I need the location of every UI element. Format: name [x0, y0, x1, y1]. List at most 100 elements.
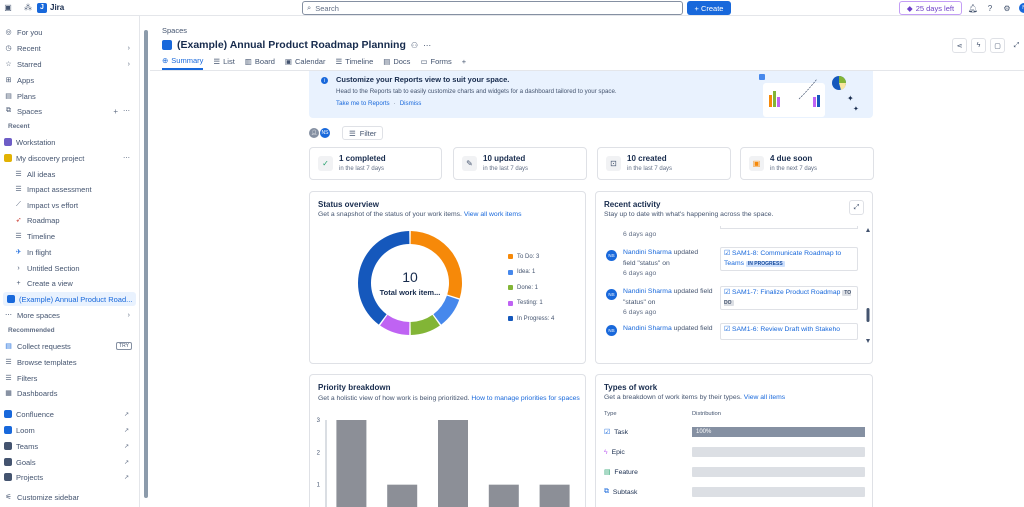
donut-slice-testing[interactable] [380, 314, 410, 335]
type-bar-subtask[interactable] [692, 487, 865, 497]
priority-bar-high[interactable] [387, 484, 418, 507]
activity-user-link[interactable]: Nandini Sharma [623, 249, 672, 256]
add-tab-button[interactable]: + [462, 56, 466, 70]
priority-bar-chart[interactable]: 3210⩓Highest⌃High=Medium⌄Low⩔Lowest [310, 415, 586, 507]
donut-slice-done[interactable] [410, 314, 440, 335]
sidebar-item-impact-vs-effort[interactable]: ⟋ Impact vs effort [0, 198, 138, 212]
sidebar-scrollbar[interactable] [144, 30, 148, 498]
sidebar-item-roadmap[interactable]: ➶ Roadmap [0, 213, 138, 227]
trial-badge[interactable]: ◆ 25 days left [899, 1, 962, 15]
sidebar-item-for-you[interactable]: ◎ For you [0, 25, 138, 39]
sidebar-toggle-icon[interactable]: ▣ [3, 3, 13, 13]
sidebar-item-dashboards[interactable]: ▦ Dashboards [0, 386, 138, 400]
notifications-icon[interactable]: 🔔︎ [968, 3, 978, 13]
tab-list[interactable]: ☰ List [213, 56, 234, 70]
user-avatar-ns[interactable]: NS [320, 128, 330, 138]
dismiss-link[interactable]: Dismiss [400, 100, 422, 107]
team-icon[interactable]: ⚇ [411, 41, 418, 50]
tab-label: Summary [171, 56, 204, 65]
sidebar-item-goals[interactable]: Goals ↗ [0, 455, 138, 469]
sidebar-item-browse-templates[interactable]: ☰ Browse templates [0, 355, 138, 369]
tab-board[interactable]: ▥ Board [245, 56, 275, 70]
sidebar-item-teams[interactable]: Teams ↗ [0, 439, 138, 453]
sidebar-item-workstation[interactable]: Workstation [0, 135, 138, 149]
legend-item[interactable]: In Progress: 4 [508, 311, 554, 327]
sidebar-item-all-ideas[interactable]: ☰ All ideas [0, 167, 138, 181]
view-all-items-link[interactable]: View all items [744, 394, 785, 401]
donut-slice-idea[interactable] [433, 295, 460, 325]
sidebar-item-example-project[interactable]: (Example) Annual Product Road... [3, 292, 136, 306]
stat-due-soon[interactable]: ▣ 4 due soon in the next 7 days [740, 147, 874, 180]
tab-docs[interactable]: ▤ Docs [383, 56, 410, 70]
jira-logo[interactable]: J Jira [37, 2, 64, 13]
user-avatar[interactable]: N [1019, 3, 1024, 13]
type-bar-epic[interactable] [692, 447, 865, 457]
take-me-to-reports-link[interactable]: Take me to Reports [336, 100, 390, 107]
legend-item[interactable]: To Do: 3 [508, 249, 554, 265]
sidebar-item-apps[interactable]: ⊞ Apps [0, 73, 138, 87]
tab-summary[interactable]: ⊕ Summary [162, 56, 204, 70]
sidebar-item-loom[interactable]: Loom ↗ [0, 423, 138, 437]
more-icon[interactable]: ⋯ [123, 154, 130, 162]
rocket-icon: ➶ [15, 217, 22, 224]
more-icon[interactable]: ⋯ [123, 107, 130, 115]
sidebar-item-untitled-section[interactable]: › Untitled Section [0, 261, 138, 275]
sidebar-item-projects[interactable]: Projects ↗ [0, 470, 138, 484]
expand-icon[interactable]: ⤢ [1009, 38, 1024, 53]
stat-completed[interactable]: ✓ 1 completed in the last 7 days [309, 147, 442, 180]
app-switcher-icon[interactable]: ⁂ [23, 3, 33, 13]
activity-issue-link[interactable]: ☑ SAM1-7: Finalize Product Roadmap TO DO [720, 286, 858, 310]
sidebar-item-customize[interactable]: ⚟ Customize sidebar [0, 490, 138, 504]
more-icon[interactable]: ⋯ [423, 41, 431, 50]
activity-feed[interactable]: 6 days ago NS Nandini Sharma updated fiel… [604, 226, 859, 343]
sidebar-item-collect-requests[interactable]: ▤ Collect requests TRY [0, 339, 138, 353]
priority-bar-medium[interactable] [438, 420, 468, 507]
view-all-work-items-link[interactable]: View all work items [464, 211, 522, 218]
priority-bar-low[interactable] [488, 484, 519, 507]
status-overview-title: Status overview [318, 200, 379, 209]
automation-icon[interactable]: ϟ [971, 38, 986, 53]
type-bar-task[interactable]: 100% [692, 427, 865, 437]
tab-calendar[interactable]: ▣ Calendar [285, 56, 326, 70]
legend-item[interactable]: Done: 1 [508, 280, 554, 296]
sidebar-item-discovery-project[interactable]: My discovery project ⋯ [0, 151, 138, 165]
share-icon[interactable]: ⋖ [952, 38, 967, 53]
activity-user-link[interactable]: Nandini Sharma [623, 325, 672, 332]
legend-item[interactable]: Idea: 1 [508, 265, 554, 281]
priority-bar-lowest[interactable] [539, 484, 570, 507]
activity-action: "status" on [623, 299, 656, 306]
type-bar-feature[interactable] [692, 467, 865, 477]
stat-updated[interactable]: ✎ 10 updated in the last 7 days [453, 147, 587, 180]
create-button[interactable]: + Create [687, 1, 731, 15]
add-space-icon[interactable]: + [113, 107, 118, 116]
sidebar-item-plans[interactable]: ▤ Plans [0, 89, 138, 103]
stat-created[interactable]: ⊡ 10 created in the last 7 days [597, 147, 731, 180]
priority-bar-highest[interactable] [336, 420, 367, 507]
unassigned-avatar[interactable]: 👤︎ [309, 128, 319, 138]
breadcrumb[interactable]: Spaces [162, 26, 187, 35]
help-icon[interactable]: ? [985, 3, 995, 13]
sidebar-item-spaces[interactable]: ⧉ Spaces + ⋯ [0, 104, 138, 118]
sidebar-item-impact-assessment[interactable]: ☰ Impact assessment [0, 182, 138, 196]
sidebar-item-confluence[interactable]: Confluence ↗ [0, 407, 138, 421]
activity-scrollbar[interactable] [866, 228, 870, 343]
feedback-icon[interactable]: ▢ [990, 38, 1005, 53]
sidebar-item-timeline[interactable]: ☰ Timeline [0, 229, 138, 243]
tab-forms[interactable]: ▭ Forms [420, 56, 451, 70]
sidebar-item-recent[interactable]: ◷ Recent › [0, 41, 138, 55]
legend-item[interactable]: Testing: 1 [508, 296, 554, 312]
sidebar-item-starred[interactable]: ☆ Starred › [0, 57, 138, 71]
tab-timeline[interactable]: ☰ Timeline [335, 56, 373, 70]
search-input[interactable]: ⌕ Search [302, 1, 683, 15]
expand-icon[interactable]: ⤢ [849, 200, 864, 215]
manage-priorities-link[interactable]: How to manage priorities for spaces [471, 395, 579, 402]
filter-button[interactable]: ☰ Filter [342, 126, 384, 140]
activity-user-link[interactable]: Nandini Sharma [623, 288, 672, 295]
sidebar-item-filters[interactable]: ☰ Filters [0, 371, 138, 385]
settings-icon[interactable]: ⚙ [1002, 3, 1012, 13]
activity-issue-link[interactable]: ☑ SAM1-8: Communicate Roadmap to Teams I… [720, 247, 858, 271]
sidebar-item-in-flight[interactable]: ✈ In flight [0, 245, 138, 259]
activity-issue-link[interactable]: ☑ SAM1-6: Review Draft with Stakeho [720, 323, 858, 340]
sidebar-item-more-spaces[interactable]: ⋯ More spaces › [0, 308, 138, 322]
sidebar-item-create-view[interactable]: + Create a view [0, 276, 138, 290]
